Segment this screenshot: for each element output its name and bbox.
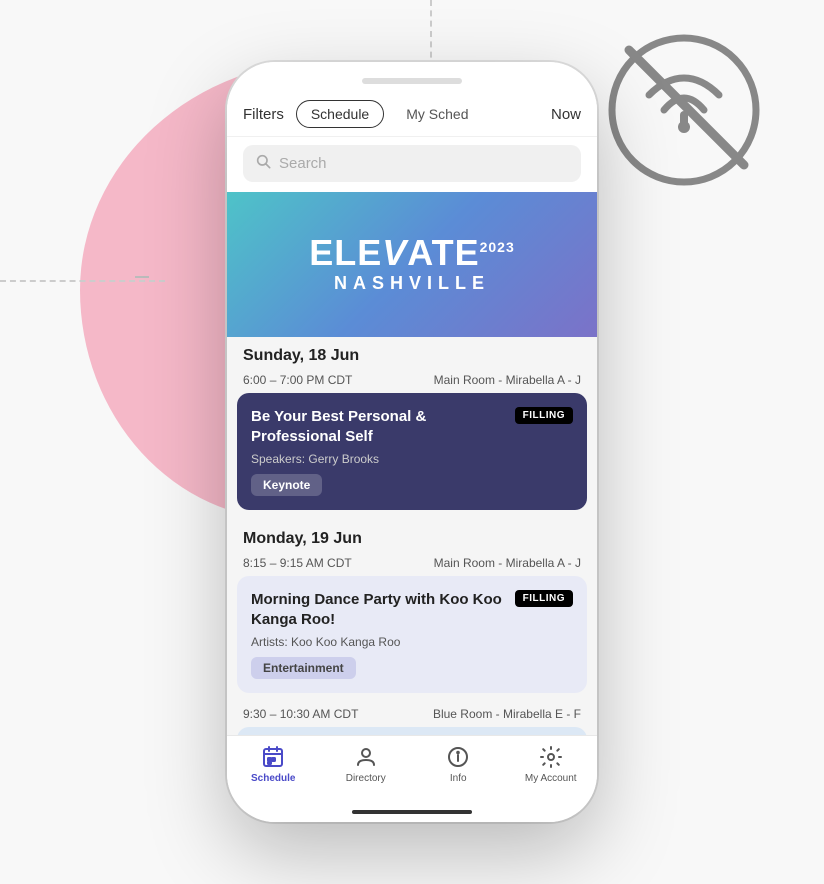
location-sunday-1: Main Room - Mirabella A - J [434, 373, 581, 387]
location-monday-1: Main Room - Mirabella A - J [434, 556, 581, 570]
event-card-dance-party[interactable]: Morning Dance Party with Koo Koo Kanga R… [237, 576, 587, 693]
now-label[interactable]: Now [551, 106, 581, 123]
hero-year: 2023 [480, 239, 515, 255]
phone-frame: Filters Schedule My Sched Now Search ele… [227, 62, 597, 822]
time-monday-1: 8:15 – 9:15 AM CDT [243, 556, 352, 570]
hero-text: eleVAte2023 NASHVILLE [309, 235, 515, 294]
wifi-off-icon [604, 30, 764, 190]
top-bar: Filters Schedule My Sched Now [227, 92, 597, 137]
small-dash-decoration [135, 276, 149, 278]
nav-item-info[interactable]: Info [412, 744, 505, 784]
hero-title-main: ele [309, 232, 382, 273]
event-card-science[interactable]: Science of Reading: Speech to Print FILL… [237, 727, 587, 735]
search-input[interactable]: Search [279, 155, 327, 172]
filling-badge-dance: FILLING [515, 590, 573, 607]
phone-bottom [227, 804, 597, 822]
day-header-monday: Monday, 19 Jun [227, 520, 597, 552]
calendar-icon [260, 744, 286, 770]
event-speakers-keynote: Speakers: Gerry Brooks [251, 452, 573, 466]
event-tag-keynote: Keynote [251, 474, 322, 496]
hero-title: eleVAte2023 [309, 235, 515, 271]
schedule-content[interactable]: Sunday, 18 Jun 6:00 – 7:00 PM CDT Main R… [227, 337, 597, 735]
day-header-sunday: Sunday, 18 Jun [227, 337, 597, 369]
event-title-keynote: Be Your Best Personal & Professional Sel… [251, 407, 507, 446]
info-icon [445, 744, 471, 770]
tab-my-sched[interactable]: My Sched [392, 101, 482, 127]
hero-title-rest: Ate [407, 232, 479, 273]
nav-label-directory: Directory [346, 773, 386, 784]
hero-banner: eleVAte2023 NASHVILLE [227, 192, 597, 337]
event-card-header-dance: Morning Dance Party with Koo Koo Kanga R… [251, 590, 573, 629]
nav-item-directory[interactable]: Directory [320, 744, 413, 784]
location-monday-2: Blue Room - Mirabella E - F [433, 707, 581, 721]
time-sunday-1: 6:00 – 7:00 PM CDT [243, 373, 352, 387]
search-bar: Search [227, 137, 597, 192]
dashed-line-horizontal [0, 280, 165, 282]
nav-item-schedule[interactable]: Schedule [227, 744, 320, 784]
person-icon [353, 744, 379, 770]
event-title-dance: Morning Dance Party with Koo Koo Kanga R… [251, 590, 507, 629]
nav-label-info: Info [450, 773, 467, 784]
filters-label: Filters [243, 106, 284, 123]
time-monday-2: 9:30 – 10:30 AM CDT [243, 707, 358, 721]
home-indicator [352, 810, 472, 814]
hero-subtitle: NASHVILLE [309, 273, 515, 294]
event-tag-dance: Entertainment [251, 657, 356, 679]
time-location-monday-2: 9:30 – 10:30 AM CDT Blue Room - Mirabell… [227, 703, 597, 727]
search-input-wrapper[interactable]: Search [243, 145, 581, 182]
time-location-monday-1: 8:15 – 9:15 AM CDT Main Room - Mirabella… [227, 552, 597, 576]
gear-icon [538, 744, 564, 770]
search-icon [255, 153, 271, 174]
event-card-header: Be Your Best Personal & Professional Sel… [251, 407, 573, 446]
event-speakers-dance: Artists: Koo Koo Kanga Roo [251, 635, 573, 649]
time-location-sunday-1: 6:00 – 7:00 PM CDT Main Room - Mirabella… [227, 369, 597, 393]
nav-label-schedule: Schedule [251, 773, 295, 784]
bottom-nav: Schedule Directory Info [227, 735, 597, 804]
phone-notch [362, 78, 462, 84]
tab-schedule[interactable]: Schedule [296, 100, 384, 128]
nav-item-account[interactable]: My Account [505, 744, 598, 784]
filling-badge-keynote: FILLING [515, 407, 573, 424]
nav-label-account: My Account [525, 773, 577, 784]
event-card-keynote[interactable]: Be Your Best Personal & Professional Sel… [237, 393, 587, 510]
hero-title-accent: V [382, 232, 407, 273]
phone-top [227, 62, 597, 92]
